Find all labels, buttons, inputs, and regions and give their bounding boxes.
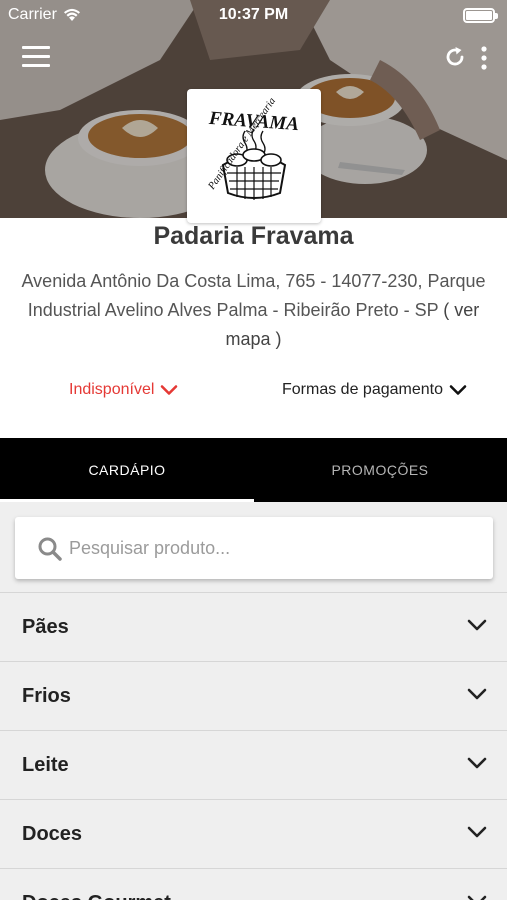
payment-methods-label: Formas de pagamento [282,381,443,398]
store-address: Avenida Antônio Da Costa Lima, 765 - 140… [10,267,497,354]
refresh-icon[interactable] [443,45,467,69]
chevron-down-icon [161,385,178,395]
status-bar: Carrier 10:37 PM [0,0,507,30]
bread-basket-logo: FRAVAMA Panificadora e Mercearia [206,96,300,200]
store-info-card: Padaria Fravama Avenida Antônio Da Costa… [0,218,507,438]
clock: 10:37 PM [218,6,289,23]
search-input[interactable] [69,529,469,567]
category-label: Doces Gourmet [22,892,171,900]
search-bar [15,517,493,579]
search-icon [38,537,62,561]
store-name: Padaria Fravama [153,222,354,250]
availability-label: Indisponível [69,381,155,398]
tab-bar: CARDÁPIO PROMOÇÕES [0,438,507,502]
category-list: Pães Frios Leite Doces Doces Gourmet [0,592,507,900]
more-vertical-icon[interactable] [478,44,490,72]
chevron-down-icon [449,385,467,395]
active-tab-indicator [0,499,254,502]
chevron-down-icon [467,688,487,700]
category-label: Frios [22,685,71,707]
battery-icon [463,8,498,23]
menu-icon[interactable] [22,46,50,68]
payment-methods-dropdown[interactable]: Formas de pagamento [282,381,467,399]
store-logo: FRAVAMA Panificadora e Mercearia [187,89,321,223]
category-label: Pães [22,616,69,638]
chevron-down-icon [467,895,487,900]
availability-dropdown[interactable]: Indisponível [69,381,178,399]
category-row[interactable]: Doces [0,799,507,868]
category-label: Leite [22,754,69,776]
category-row[interactable]: Leite [0,730,507,799]
address-text: Avenida Antônio Da Costa Lima, 765 - 140… [21,271,486,320]
chevron-down-icon [467,757,487,769]
chevron-down-icon [467,619,487,631]
category-row[interactable]: Doces Gourmet [0,868,507,900]
category-row[interactable]: Pães [0,592,507,661]
tab-promocoes[interactable]: PROMOÇÕES [253,438,507,502]
tab-cardapio[interactable]: CARDÁPIO [0,438,254,502]
category-row[interactable]: Frios [0,661,507,730]
chevron-down-icon [467,826,487,838]
category-label: Doces [22,823,83,845]
